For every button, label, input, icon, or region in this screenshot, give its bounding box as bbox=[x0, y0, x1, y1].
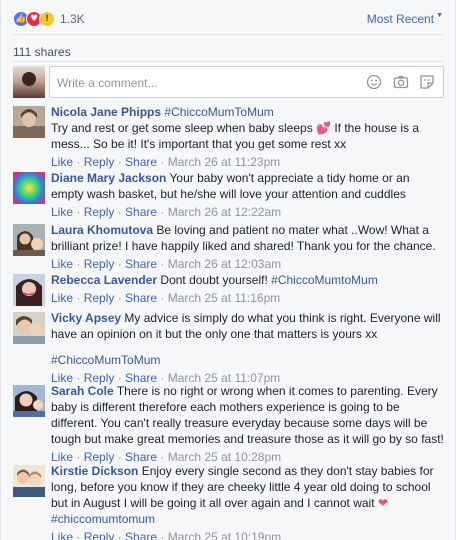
reply-link[interactable]: Reply bbox=[84, 155, 115, 169]
comment-actions: Like · Reply · Share · March 26 at 12:22… bbox=[51, 205, 282, 219]
comments-panel: 👍 ♥ ! 1.3K Most Recent ▼ 111 shares Writ… bbox=[0, 0, 456, 540]
commenter-name[interactable]: Sarah Cole bbox=[51, 384, 114, 398]
comment-timestamp[interactable]: March 25 at 10:28pm bbox=[168, 450, 281, 464]
avatar[interactable] bbox=[13, 106, 45, 138]
avatar[interactable] bbox=[13, 385, 45, 417]
commenter-name[interactable]: Diane Mary Jackson bbox=[51, 171, 166, 185]
like-link[interactable]: Like bbox=[51, 257, 73, 271]
reply-link[interactable]: Reply bbox=[84, 257, 115, 271]
comment-text: Try and rest or get some sleep when baby… bbox=[51, 121, 313, 135]
share-link[interactable]: Share bbox=[125, 291, 157, 305]
divider bbox=[13, 61, 443, 62]
comment-timestamp[interactable]: March 25 at 11:16pm bbox=[168, 291, 281, 305]
two-hearts-emoji: 💕 bbox=[316, 121, 331, 135]
emoji-icon[interactable] bbox=[366, 74, 382, 90]
comment-timestamp[interactable]: March 26 at 12:03am bbox=[168, 257, 281, 271]
commenter-name[interactable]: Kirstie Dickson bbox=[51, 464, 138, 478]
avatar[interactable] bbox=[13, 465, 45, 497]
hashtag-link[interactable]: #ChiccoMumToMum bbox=[51, 353, 160, 367]
commenter-name[interactable]: Rebecca Lavender bbox=[51, 273, 157, 287]
comment-actions: Like · Reply · Share · March 25 at 11:16… bbox=[51, 291, 281, 305]
share-link[interactable]: Share bbox=[125, 155, 157, 169]
share-link[interactable]: Share bbox=[125, 530, 157, 540]
hashtag-link[interactable]: #ChiccoMumtoMum bbox=[271, 273, 378, 287]
share-link[interactable]: Share bbox=[125, 205, 157, 219]
comment-actions: Like · Reply · Share · March 26 at 11:23… bbox=[51, 155, 281, 169]
avatar[interactable] bbox=[13, 274, 45, 306]
like-link[interactable]: Like bbox=[51, 291, 73, 305]
sort-dropdown[interactable]: Most Recent ▼ bbox=[367, 12, 443, 26]
wow-reaction-icon: ! bbox=[39, 11, 55, 27]
commenter-name[interactable]: Nicola Jane Phipps bbox=[51, 105, 161, 119]
hashtag-link[interactable]: #chiccomumtomum bbox=[51, 512, 155, 526]
shares-count[interactable]: 111 shares bbox=[13, 45, 71, 59]
like-link[interactable]: Like bbox=[51, 450, 73, 464]
commenter-name[interactable]: Laura Khomutova bbox=[51, 223, 153, 237]
caret-down-icon: ▼ bbox=[436, 12, 443, 19]
like-link[interactable]: Like bbox=[51, 530, 73, 540]
reply-link[interactable]: Reply bbox=[84, 530, 115, 540]
avatar[interactable] bbox=[13, 224, 45, 256]
comment-actions: Like · Reply · Share · March 25 at 10:19… bbox=[51, 529, 445, 540]
current-user-avatar bbox=[13, 66, 45, 98]
reaction-summary[interactable]: 👍 ♥ ! 1.3K bbox=[13, 10, 85, 28]
like-link[interactable]: Like bbox=[51, 155, 73, 169]
comment-composer[interactable] bbox=[49, 66, 444, 98]
comment-text: Dont doubt yourself! bbox=[160, 273, 268, 287]
avatar[interactable] bbox=[13, 312, 45, 344]
reply-link[interactable]: Reply bbox=[84, 291, 115, 305]
camera-icon[interactable] bbox=[393, 74, 409, 90]
reaction-count[interactable]: 1.3K bbox=[60, 12, 85, 26]
comment-timestamp[interactable]: March 26 at 12:22am bbox=[168, 205, 281, 219]
hashtag-link[interactable]: #ChiccoMumToMum bbox=[164, 105, 273, 119]
share-link[interactable]: Share bbox=[125, 257, 157, 271]
reply-link[interactable]: Reply bbox=[84, 205, 115, 219]
comment-actions: Like · Reply · Share · March 26 at 12:03… bbox=[51, 257, 282, 271]
heart-emoji: ❤ bbox=[377, 496, 388, 510]
sticker-icon[interactable] bbox=[419, 74, 435, 90]
comment-input[interactable] bbox=[57, 74, 347, 92]
divider bbox=[13, 34, 443, 35]
share-link[interactable]: Share bbox=[125, 450, 157, 464]
avatar[interactable] bbox=[13, 172, 45, 204]
commenter-name[interactable]: Vicky Apsey bbox=[51, 311, 121, 325]
sort-label: Most Recent bbox=[366, 12, 435, 26]
reply-link[interactable]: Reply bbox=[84, 450, 115, 464]
like-link[interactable]: Like bbox=[51, 205, 73, 219]
comment-timestamp[interactable]: March 26 at 11:23pm bbox=[168, 155, 281, 169]
comment-timestamp[interactable]: March 25 at 10:19pm bbox=[168, 530, 281, 540]
